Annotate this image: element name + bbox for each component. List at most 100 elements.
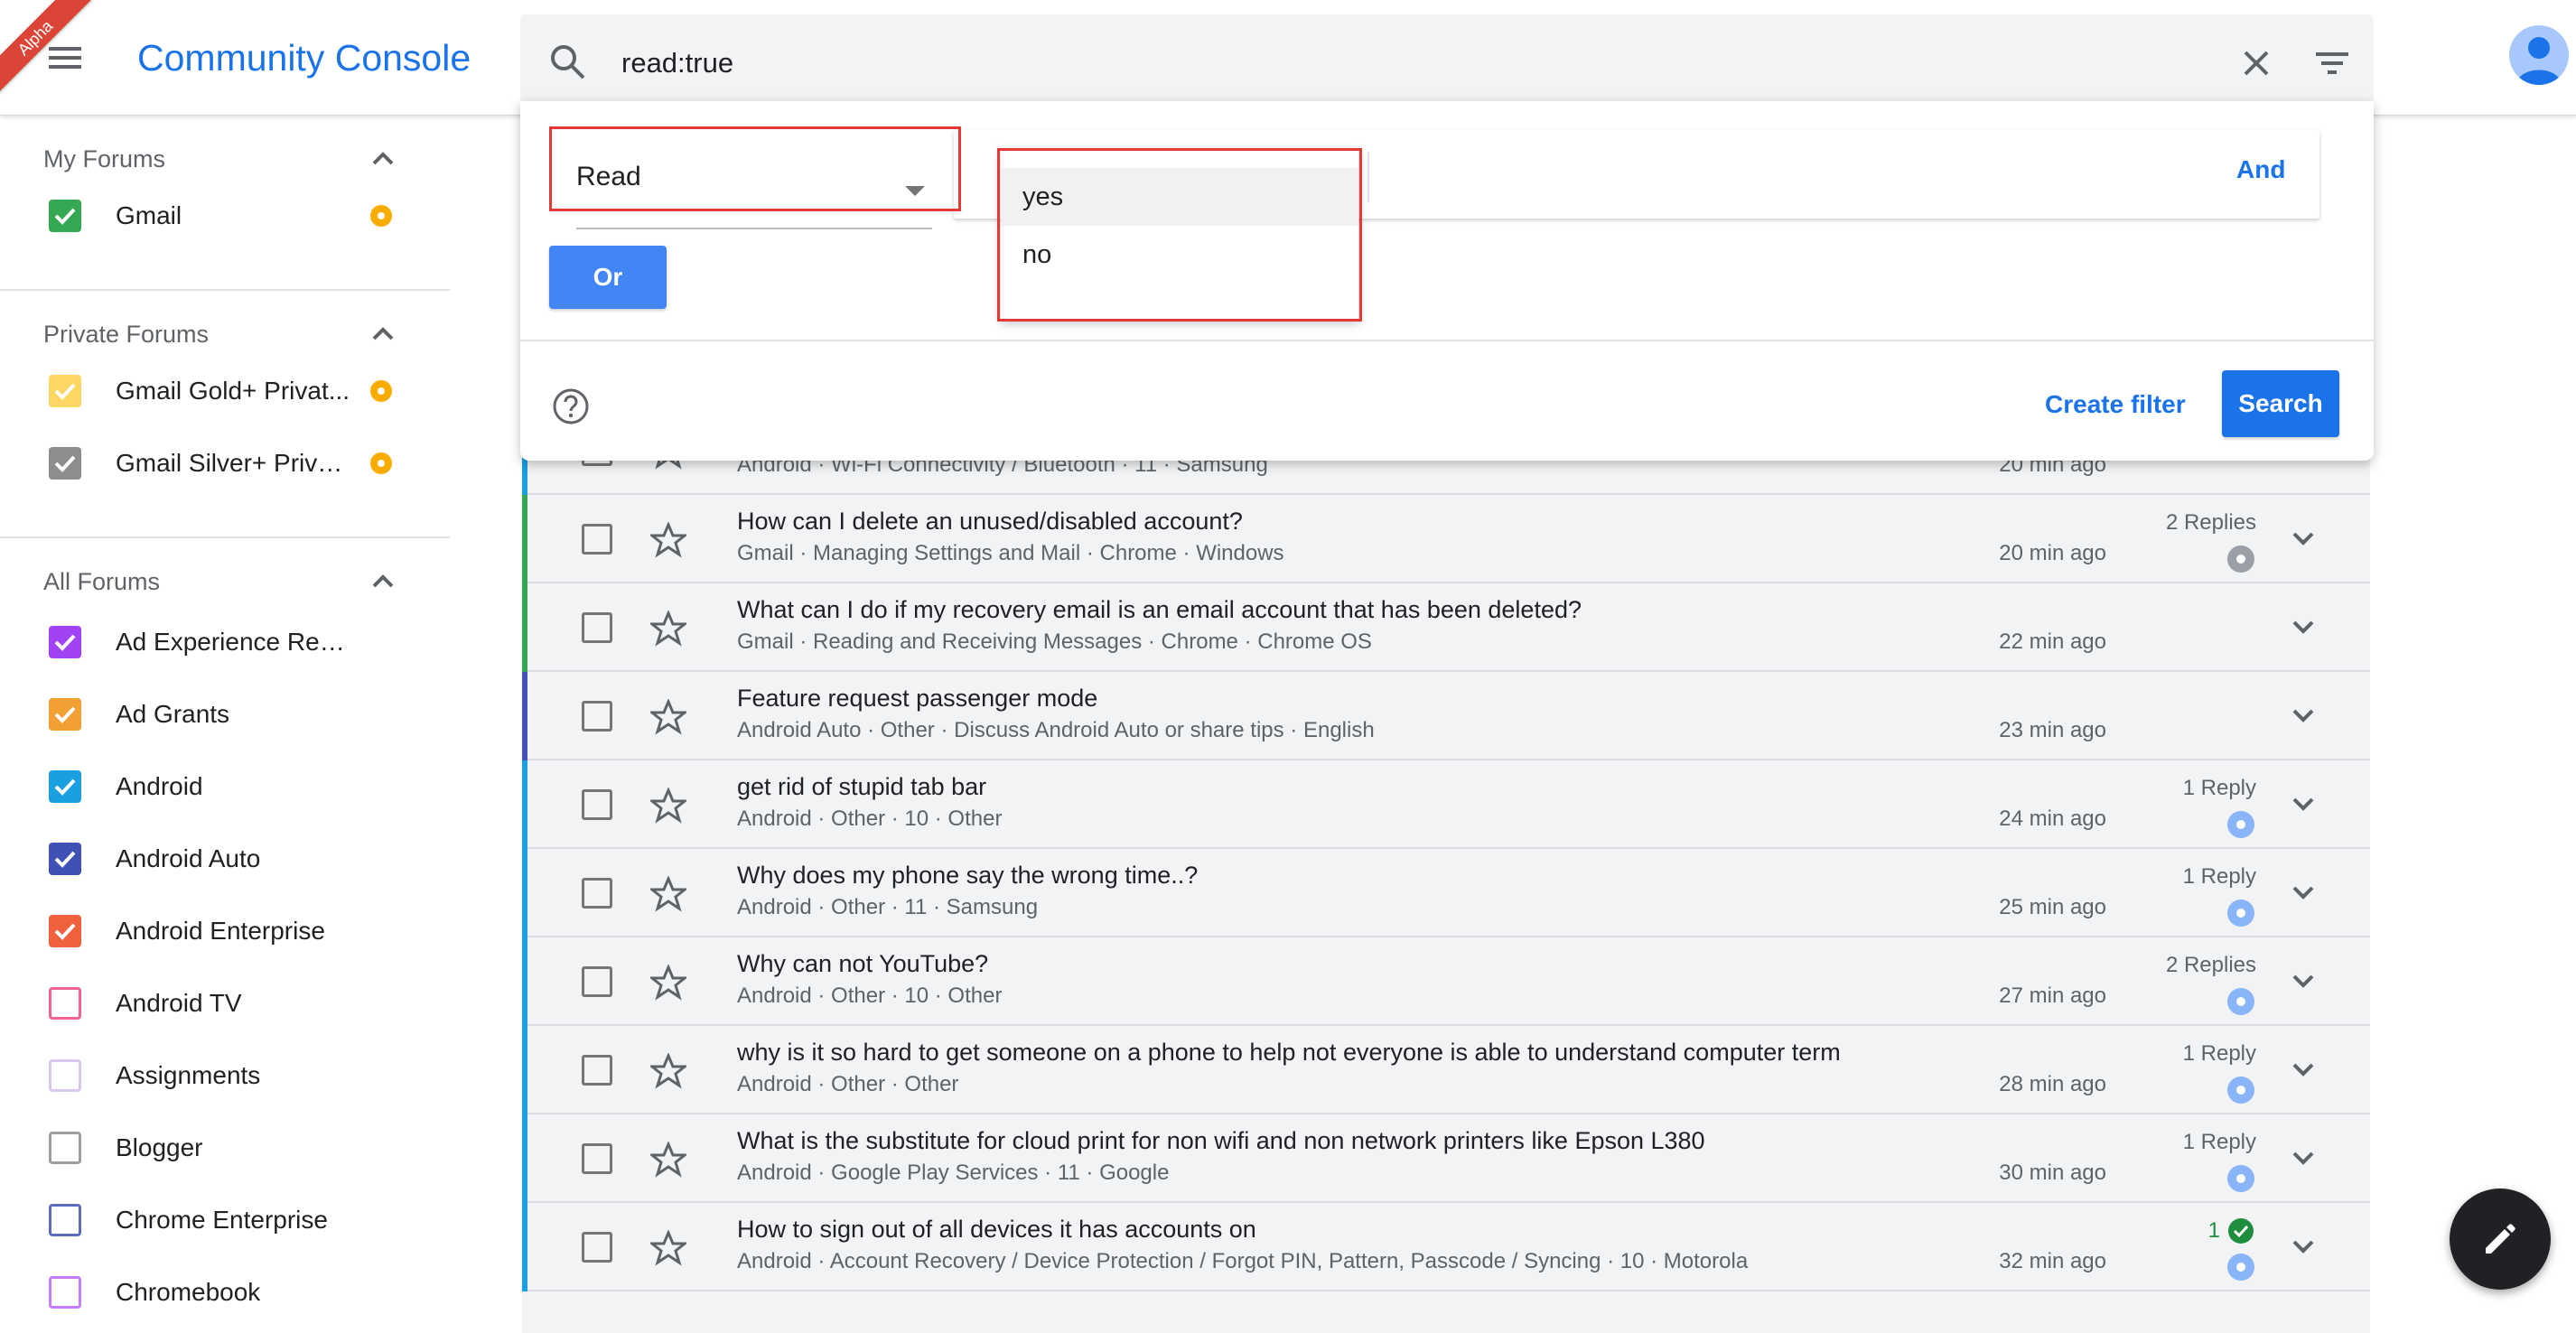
thread-row[interactable]: Why does my phone say the wrong time..? A…: [522, 849, 2370, 937]
star-outline-icon[interactable]: [650, 1142, 686, 1178]
search-icon[interactable]: [546, 40, 589, 83]
thread-title[interactable]: How can I delete an unused/disabled acco…: [737, 504, 1243, 538]
chevron-down-icon[interactable]: [2287, 1142, 2319, 1174]
field-underline: [576, 228, 932, 229]
thread-row[interactable]: How to sign out of all devices it has ac…: [522, 1203, 2370, 1291]
unchecked-checkbox-icon[interactable]: [49, 1204, 81, 1236]
star-outline-icon[interactable]: [650, 611, 686, 647]
recommended-badge-icon: [2227, 545, 2254, 573]
star-outline-icon[interactable]: [650, 699, 686, 735]
filter-list-icon[interactable]: [2312, 43, 2352, 83]
thread-checkbox[interactable]: [582, 524, 612, 555]
thread-checkbox[interactable]: [582, 878, 612, 909]
thread-row[interactable]: why is it so hard to get someone on a ph…: [522, 1026, 2370, 1114]
thread-checkbox[interactable]: [582, 701, 612, 732]
or-button[interactable]: Or: [549, 246, 667, 309]
forum-color-strip: [522, 1114, 527, 1203]
unchecked-checkbox-icon[interactable]: [49, 1132, 81, 1164]
unchecked-checkbox-icon[interactable]: [49, 1276, 81, 1309]
forum-item[interactable]: Gmail Silver+ Priva...: [0, 432, 450, 495]
chevron-down-icon[interactable]: [2287, 876, 2319, 909]
thread-title[interactable]: What is the substitute for cloud print f…: [737, 1123, 1705, 1158]
checked-checkbox-icon[interactable]: [49, 915, 81, 947]
checked-checkbox-icon[interactable]: [49, 843, 81, 875]
thread-meta: Android · Other · 11 · Samsung: [737, 895, 1039, 919]
thread-title[interactable]: How to sign out of all devices it has ac…: [737, 1212, 1256, 1246]
checked-checkbox-icon[interactable]: [49, 626, 81, 658]
thread-row[interactable]: What can I do if my recovery email is an…: [522, 583, 2370, 672]
forum-item[interactable]: Ad Grants: [0, 683, 450, 746]
compose-button[interactable]: [2450, 1189, 2551, 1290]
forum-label: Gmail: [116, 201, 182, 229]
forum-item[interactable]: Android Enterprise: [0, 900, 450, 963]
unchecked-checkbox-icon[interactable]: [49, 1059, 81, 1092]
create-filter-button[interactable]: Create filter: [2045, 381, 2186, 428]
chevron-down-icon[interactable]: [2287, 611, 2319, 643]
top-bar: Community Console read:true: [0, 0, 2576, 116]
star-outline-icon[interactable]: [650, 965, 686, 1001]
forum-item[interactable]: Android: [0, 755, 450, 818]
forum-item[interactable]: Blogger: [0, 1116, 450, 1179]
thread-row[interactable]: What is the substitute for cloud print f…: [522, 1114, 2370, 1203]
chevron-up-icon[interactable]: [369, 567, 397, 596]
forum-label: Chrome Enterprise: [116, 1206, 328, 1234]
all-forums-heading: All Forums: [43, 568, 161, 595]
recommended-badge-icon: [2227, 988, 2254, 1015]
thread-checkbox[interactable]: [582, 1143, 612, 1174]
forum-item[interactable]: Gmail Gold+ Privat...: [0, 359, 450, 423]
forum-item[interactable]: Android Auto: [0, 827, 450, 890]
chevron-down-icon[interactable]: [2287, 1230, 2319, 1263]
checked-checkbox-icon[interactable]: [49, 447, 81, 480]
chevron-down-icon[interactable]: [2287, 522, 2319, 555]
and-button[interactable]: And: [2236, 152, 2285, 188]
forum-item[interactable]: Chrome Enterprise: [0, 1189, 450, 1252]
checked-checkbox-icon[interactable]: [49, 375, 81, 407]
chevron-down-icon[interactable]: [2287, 699, 2319, 732]
checked-checkbox-icon[interactable]: [49, 698, 81, 731]
star-outline-icon[interactable]: [650, 522, 686, 558]
chevron-up-icon[interactable]: [369, 144, 397, 173]
thread-checkbox[interactable]: [582, 789, 612, 820]
checked-checkbox-icon[interactable]: [49, 200, 81, 232]
thread-title[interactable]: Why does my phone say the wrong time..?: [737, 858, 1198, 892]
thread-row[interactable]: get rid of stupid tab bar Android · Other…: [522, 760, 2370, 849]
thread-checkbox[interactable]: [582, 1055, 612, 1086]
chevron-down-icon[interactable]: [2287, 788, 2319, 820]
forum-item[interactable]: Ad Experience Rep...: [0, 611, 450, 674]
app-title[interactable]: Community Console: [137, 33, 471, 83]
chevron-down-icon[interactable]: [2287, 1053, 2319, 1086]
thread-meta: Android · Other · 10 · Other: [737, 983, 1003, 1008]
thread-title[interactable]: why is it so hard to get someone on a ph…: [737, 1035, 1841, 1069]
thread-title[interactable]: get rid of stupid tab bar: [737, 769, 986, 804]
thread-title[interactable]: Why can not YouTube?: [737, 946, 988, 981]
forum-color-strip: [522, 583, 527, 672]
avatar[interactable]: [2509, 25, 2569, 85]
search-input[interactable]: read:true: [621, 42, 733, 85]
reply-count: 1 Reply: [2182, 1041, 2256, 1066]
forum-item[interactable]: Chromebook: [0, 1261, 450, 1324]
star-outline-icon[interactable]: [650, 876, 686, 912]
help-icon[interactable]: [551, 387, 591, 426]
thread-row[interactable]: Why can not YouTube? Android · Other · 10…: [522, 937, 2370, 1026]
thread-title[interactable]: Feature request passenger mode: [737, 681, 1097, 715]
thread-checkbox[interactable]: [582, 612, 612, 643]
star-outline-icon[interactable]: [650, 1053, 686, 1089]
star-outline-icon[interactable]: [650, 1230, 686, 1266]
forum-item[interactable]: Android TV: [0, 972, 450, 1035]
search-button[interactable]: Search: [2222, 370, 2339, 437]
thread-checkbox[interactable]: [582, 966, 612, 997]
forum-item[interactable]: Gmail: [0, 184, 450, 247]
thread-title[interactable]: What can I do if my recovery email is an…: [737, 592, 1582, 627]
thread-row[interactable]: How can I delete an unused/disabled acco…: [522, 495, 2370, 583]
thread-row[interactable]: Feature request passenger mode Android Au…: [522, 672, 2370, 760]
unchecked-checkbox-icon[interactable]: [49, 987, 81, 1020]
forum-item[interactable]: Assignments: [0, 1044, 450, 1107]
close-icon[interactable]: [2236, 43, 2276, 83]
chevron-down-icon[interactable]: [2287, 965, 2319, 997]
chevron-up-icon[interactable]: [369, 320, 397, 349]
star-outline-icon[interactable]: [650, 788, 686, 824]
checked-checkbox-icon[interactable]: [49, 770, 81, 803]
hamburger-menu-icon[interactable]: [47, 40, 83, 76]
thread-checkbox[interactable]: [582, 1232, 612, 1263]
answered-check-icon: [2227, 1217, 2254, 1244]
